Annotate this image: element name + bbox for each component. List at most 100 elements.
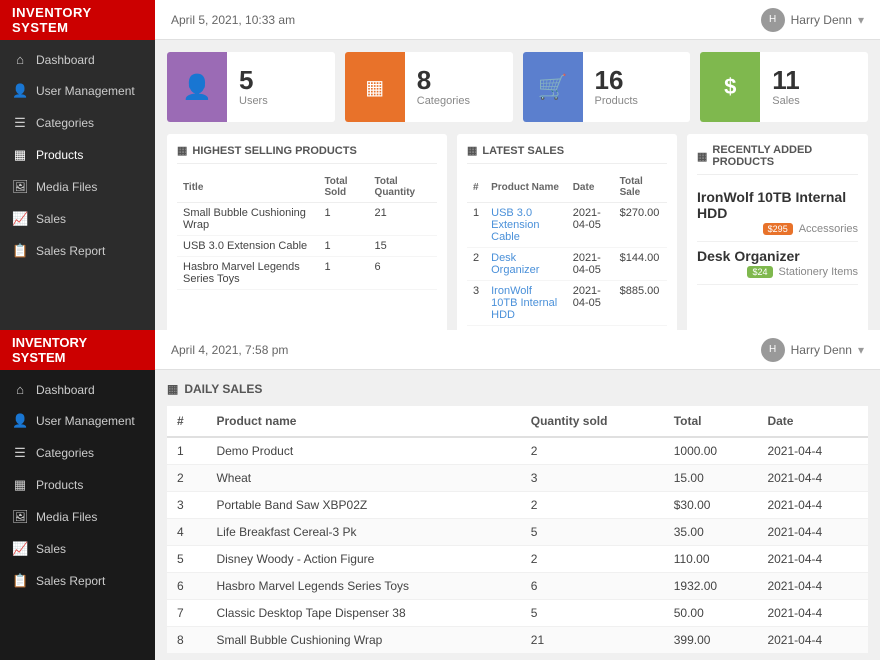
sidebar-item-user-management[interactable]: 👤 User Management	[0, 75, 155, 107]
sidebar-item-media-files[interactable]: 🖼 Media Files	[0, 171, 155, 203]
cell-product: Portable Band Saw XBP02Z	[206, 492, 520, 519]
product-link[interactable]: USB 3.0 Extension Cable	[491, 207, 539, 243]
cell-total: 1000.00	[664, 437, 758, 465]
table-row: 8 Small Bubble Cushioning Wrap 21 399.00…	[167, 627, 868, 654]
col-product-name: Product Name	[485, 172, 567, 203]
stat-number-categories: 8	[417, 67, 470, 93]
cell-product[interactable]: IronWolf 10TB Internal HDD	[485, 281, 567, 326]
cell-total: $30.00	[664, 492, 758, 519]
sidebar-item-products[interactable]: ▦ Products	[0, 139, 155, 171]
cell-date: 2021-04-4	[757, 573, 868, 600]
sidebar-label-products: Products	[36, 148, 83, 162]
widget-title-highest-selling: ▦ HIGHEST SELLING PRODUCTS	[177, 144, 437, 164]
sidebar-label-user-management-2: User Management	[36, 414, 135, 428]
sidebar-label-products-2: Products	[36, 478, 83, 492]
stat-number-sales: 11	[772, 67, 800, 93]
dropdown-icon-bottom[interactable]: ▾	[858, 343, 864, 357]
table-row: 2 Desk Organizer 2021-04-05 $144.00	[467, 248, 667, 281]
table-row: Small Bubble Cushioning Wrap 1 21	[177, 203, 437, 236]
cell-product[interactable]: Desk Organizer	[485, 248, 567, 281]
stat-label-products: Products	[595, 95, 638, 107]
categories-icon: ☰	[12, 115, 28, 131]
sidebar-item-media-files-2[interactable]: 🖼 Media Files	[0, 501, 155, 533]
cell-date: 2021-04-4	[757, 600, 868, 627]
highest-selling-label: HIGHEST SELLING PRODUCTS	[192, 145, 356, 157]
widget-title-latest-sales: ▦ LATEST SALES	[467, 144, 667, 164]
sidebar-item-sales[interactable]: 📈 Sales	[0, 203, 155, 235]
cell-product: Hasbro Marvel Legends Series Toys	[206, 573, 520, 600]
daily-col-total: Total	[664, 406, 758, 437]
table-row: 5 Disney Woody - Action Figure 2 110.00 …	[167, 546, 868, 573]
sales-report-icon-2: 📋	[12, 573, 28, 589]
cell-qty: 21	[369, 203, 437, 236]
stat-icon-products: 🛒	[523, 52, 583, 122]
cell-qty: 15	[369, 236, 437, 257]
sidebar-item-products-2[interactable]: ▦ Products	[0, 469, 155, 501]
recent-product-meta: $295 Accessories	[697, 223, 858, 235]
sales-icon-2: 📈	[12, 541, 28, 557]
table-row: 1 USB 3.0 Extension Cable 2021-04-05 $27…	[467, 203, 667, 248]
products-icon: ▦	[12, 147, 28, 163]
cell-date: 2021-04-4	[757, 437, 868, 465]
nav-bottom: ⌂ Dashboard 👤 User Management ☰ Categori…	[0, 370, 155, 660]
dashboard-icon-2: ⌂	[12, 382, 28, 397]
media-icon-2: 🖼	[12, 509, 28, 525]
sidebar-label-categories: Categories	[36, 116, 94, 130]
dropdown-icon-top[interactable]: ▾	[858, 13, 864, 27]
cell-sold: 1	[318, 257, 368, 290]
cell-total: 1932.00	[664, 573, 758, 600]
sidebar-label-media-files-2: Media Files	[36, 510, 97, 524]
sidebar-item-sales-report[interactable]: 📋 Sales Report	[0, 235, 155, 267]
col-num: #	[467, 172, 485, 203]
sidebar-label-media-files: Media Files	[36, 180, 97, 194]
cell-num: 8	[167, 627, 206, 654]
username-bottom: Harry Denn	[791, 343, 852, 357]
stat-number-products: 16	[595, 67, 638, 93]
cell-total: 35.00	[664, 519, 758, 546]
cell-title: Hasbro Marvel Legends Series Toys	[177, 257, 318, 290]
cell-product[interactable]: USB 3.0 Extension Cable	[485, 203, 567, 248]
cell-product: Classic Desktop Tape Dispenser 38	[206, 600, 520, 627]
username-top: Harry Denn	[791, 13, 852, 27]
cell-date: 2021-04-05	[567, 281, 614, 326]
categories-icon-2: ☰	[12, 445, 28, 461]
cell-date: 2021-04-4	[757, 519, 868, 546]
sidebar-item-dashboard-2[interactable]: ⌂ Dashboard	[0, 374, 155, 405]
table-row: 6 Hasbro Marvel Legends Series Toys 6 19…	[167, 573, 868, 600]
recent-product-meta: $24 Stationery Items	[697, 266, 858, 278]
cell-sold: 1	[318, 236, 368, 257]
daily-col-product: Product name	[206, 406, 520, 437]
topbar-bottom: April 4, 2021, 7:58 pm H Harry Denn ▾	[155, 330, 880, 370]
sidebar-item-user-management-2[interactable]: 👤 User Management	[0, 405, 155, 437]
stat-number-users: 5	[239, 67, 268, 93]
sidebar-label-categories-2: Categories	[36, 446, 94, 460]
widget-title-recently-added: ▦ RECENTLY ADDED PRODUCTS	[697, 144, 858, 175]
daily-sales-table: # Product name Quantity sold Total Date …	[167, 406, 868, 654]
sidebar-item-categories-2[interactable]: ☰ Categories	[0, 437, 155, 469]
stat-users: 👤 5 Users	[167, 52, 335, 122]
sidebar-item-dashboard[interactable]: ⌂ Dashboard	[0, 44, 155, 75]
sidebar-item-categories[interactable]: ☰ Categories	[0, 107, 155, 139]
recent-product-name: IronWolf 10TB Internal HDD	[697, 189, 858, 221]
bottom-section: INVENTORY SYSTEM ⌂ Dashboard 👤 User Mana…	[0, 330, 880, 660]
grid-icon-sales: ▦	[467, 144, 477, 157]
cell-product: Demo Product	[206, 437, 520, 465]
content-body-top: 👤 5 Users ▦ 8 Categories	[155, 40, 880, 330]
cell-total: $144.00	[614, 248, 667, 281]
cell-num: 2	[467, 248, 485, 281]
stat-categories: ▦ 8 Categories	[345, 52, 513, 122]
sidebar-item-sales-2[interactable]: 📈 Sales	[0, 533, 155, 565]
product-link[interactable]: IronWolf 10TB Internal HDD	[491, 285, 557, 321]
cell-product: Wheat	[206, 465, 520, 492]
daily-section: ▦ DAILY SALES # Product name Quantity so…	[155, 370, 880, 660]
product-link[interactable]: Desk Organizer	[491, 252, 539, 276]
cell-num: 3	[167, 492, 206, 519]
sidebar-item-sales-report-2[interactable]: 📋 Sales Report	[0, 565, 155, 597]
user-icon: 👤	[12, 83, 28, 99]
cell-num: 7	[167, 600, 206, 627]
products-icon-2: ▦	[12, 477, 28, 493]
bottom-datetime: April 4, 2021, 7:58 pm	[171, 343, 288, 357]
user-badge-top: H Harry Denn ▾	[761, 8, 864, 32]
sidebar-label-dashboard: Dashboard	[36, 53, 95, 67]
cell-num: 6	[167, 573, 206, 600]
